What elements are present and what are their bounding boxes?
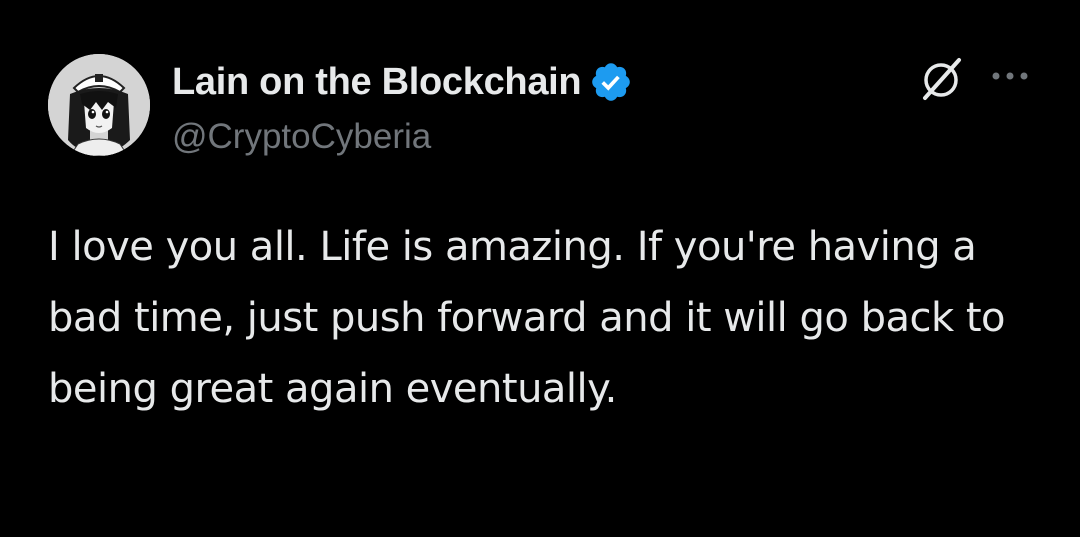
grok-icon[interactable] [917, 54, 967, 104]
author-name-row: Lain on the Blockchain [172, 58, 633, 106]
verified-badge-icon[interactable] [589, 60, 633, 104]
display-name[interactable]: Lain on the Blockchain [172, 61, 582, 104]
author-handle[interactable]: @CryptoCyberia [172, 117, 431, 157]
avatar[interactable] [48, 54, 150, 156]
anime-girl-avatar-icon [48, 54, 150, 156]
more-options-icon[interactable] [988, 58, 1032, 94]
tweet-card[interactable]: Lain on the Blockchain @CryptoCyberia I … [0, 0, 1080, 537]
tweet-text: I love you all. Life is amazing. If you'… [48, 224, 1006, 412]
